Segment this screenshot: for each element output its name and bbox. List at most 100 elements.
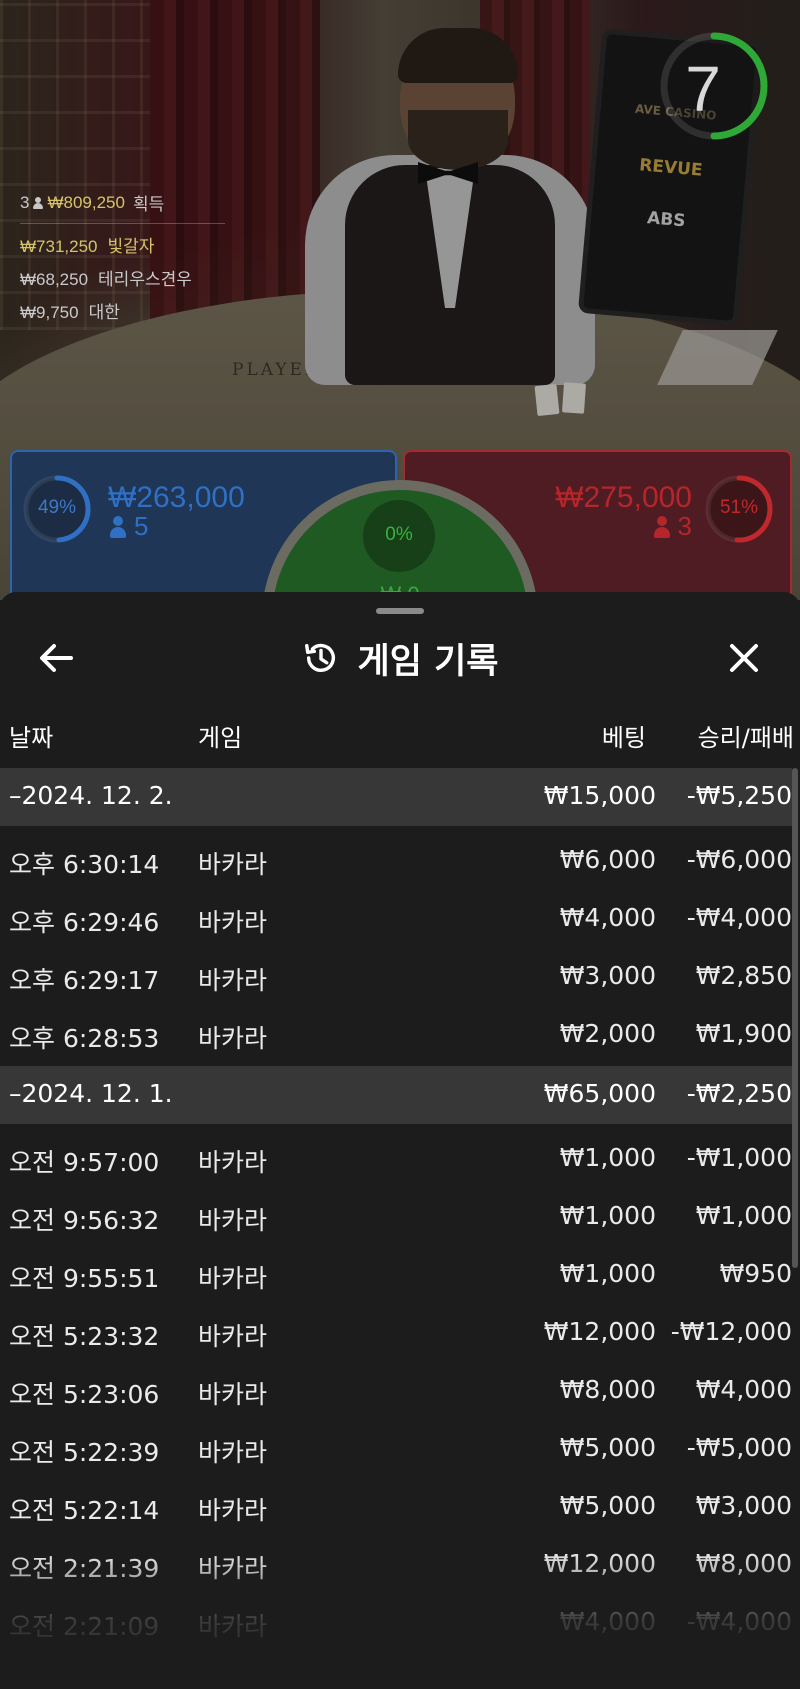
game-bet: ₩5,000 [559,1433,656,1462]
game-bet: ₩2,000 [559,1019,656,1048]
day-date: –2024. 12. 1. [9,1079,173,1108]
game-name: 바카라 [198,1206,268,1235]
win-feed-row: ₩731,250 빛갈자 [20,232,225,257]
history-table-body: –2024. 12. 2. ₩15,000 -₩5,250 오후 6:30:14… [0,768,792,1650]
game-name: 바카라 [198,1496,268,1525]
day-bet-total: ₩65,000 [543,1079,656,1108]
win-feed-row: ₩68,250 테리우스견우 [20,265,225,290]
game-name: 바카라 [198,966,268,995]
day-result-total: -₩2,250 [686,1079,792,1108]
game-row[interactable]: 오후 6:29:17 바카라 ₩3,000 ₩2,850 [0,946,792,1004]
day-result-total: -₩5,250 [686,781,792,810]
game-name: 바카라 [198,1554,268,1583]
game-time: 오전 5:22:14 [9,1496,160,1525]
game-row[interactable]: 오전 9:57:00 바카라 ₩1,000 -₩1,000 [0,1128,792,1186]
game-time: 오전 9:57:00 [9,1148,160,1177]
game-bet: ₩6,000 [559,845,656,874]
game-name: 바카라 [198,1024,268,1053]
winner-name: 테리우스견우 [98,270,192,289]
game-result: -₩4,000 [686,903,792,932]
scrollbar[interactable] [792,768,798,1268]
game-row[interactable]: 오후 6:28:53 바카라 ₩2,000 ₩1,900 [0,1004,792,1062]
history-table-header: 날짜 게임 베팅 승리/패배 [0,718,800,752]
close-button[interactable] [716,630,772,686]
person-icon [653,515,670,538]
winner-count: 3 [20,192,30,212]
game-row[interactable]: 오전 5:22:39 바카라 ₩5,000 -₩5,000 [0,1418,792,1476]
game-bet: ₩12,000 [543,1549,656,1578]
game-row[interactable]: 오전 9:56:32 바카라 ₩1,000 ₩1,000 [0,1186,792,1244]
game-result: ₩4,000 [695,1375,792,1404]
game-time: 오전 2:21:09 [9,1612,160,1641]
game-result: ₩2,850 [695,961,792,990]
person-icon [33,196,44,209]
banker-count-value: 3 [677,511,692,541]
game-row[interactable]: 오전 9:55:51 바카라 ₩1,000 ₩950 [0,1244,792,1302]
close-icon [730,644,758,672]
game-bet: ₩1,000 [559,1143,656,1172]
game-name: 바카라 [198,1148,268,1177]
day-date: –2024. 12. 2. [9,781,173,810]
game-bet: ₩1,000 [559,1201,656,1230]
column-header-date: 날짜 [9,724,54,752]
player-bet-amount: ₩263,000 [108,481,245,514]
game-name: 바카라 [198,1438,268,1467]
game-result: -₩5,000 [686,1433,792,1462]
sheet-drag-handle[interactable] [376,608,424,614]
back-button[interactable] [28,630,84,686]
game-result: ₩950 [719,1259,792,1288]
game-bet: ₩5,000 [559,1491,656,1520]
sheet-header: 게임 기록 [0,630,800,686]
game-time: 오전 5:23:06 [9,1380,160,1409]
game-row[interactable]: 오전 5:22:14 바카라 ₩5,000 ₩3,000 [0,1476,792,1534]
game-bet: ₩4,000 [559,903,656,932]
game-time: 오후 6:30:14 [9,850,160,879]
win-label: 획득 [132,195,165,214]
game-bet: ₩3,000 [559,961,656,990]
history-icon [304,643,335,672]
game-time: 오전 5:22:39 [9,1438,160,1467]
game-time: 오전 5:23:32 [9,1322,160,1351]
game-name: 바카라 [198,850,268,879]
game-time: 오후 6:29:17 [9,966,160,995]
winner-name: 빛갈자 [107,237,155,256]
game-bet: ₩8,000 [559,1375,656,1404]
game-row[interactable]: 오전 5:23:32 바카라 ₩12,000 -₩12,000 [0,1302,792,1360]
game-result: -₩1,000 [686,1143,792,1172]
game-result: ₩1,000 [695,1201,792,1230]
winner-name: 대한 [88,303,120,322]
game-time: 오후 6:29:46 [9,908,160,937]
game-time: 오전 9:55:51 [9,1264,160,1293]
game-result: -₩6,000 [686,845,792,874]
game-name: 바카라 [198,1322,268,1351]
banker-bettor-count: 3 [600,511,692,542]
banker-percent: 51% [719,497,759,518]
day-bet-total: ₩15,000 [543,781,656,810]
day-summary-row[interactable]: –2024. 12. 1. ₩65,000 -₩2,250 [0,1066,792,1124]
player-count-value: 5 [134,511,149,541]
game-row[interactable]: 오전 2:21:39 바카라 ₩12,000 ₩8,000 [0,1534,792,1592]
game-bet: ₩1,000 [559,1259,656,1288]
game-bet: ₩4,000 [559,1607,656,1636]
column-header-bet: 베팅 [601,724,646,752]
player-percent: 49% [37,497,77,518]
person-icon [110,515,126,538]
game-name: 바카라 [198,1380,268,1409]
player-bettor-count: 5 [110,511,148,542]
game-row[interactable]: 오전 2:21:09 바카라 ₩4,000 -₩4,000 [0,1592,792,1650]
game-row[interactable]: 오후 6:29:46 바카라 ₩4,000 -₩4,000 [0,888,792,946]
day-summary-row[interactable]: –2024. 12. 2. ₩15,000 -₩5,250 [0,768,792,826]
game-history-sheet: 게임 기록 날짜 게임 베팅 승리/패배 –2024. 12. 2. ₩15,0… [0,592,800,1689]
game-row[interactable]: 오전 5:23:06 바카라 ₩8,000 ₩4,000 [0,1360,792,1418]
banker-bet-amount: ₩275,000 [555,481,692,514]
countdown-number: 7 [685,53,721,125]
win-total: ₩809,250 [47,192,125,212]
game-result: -₩4,000 [686,1607,792,1636]
game-row[interactable]: 오후 6:30:14 바카라 ₩6,000 -₩6,000 [0,830,792,888]
game-result: ₩8,000 [695,1549,792,1578]
game-time: 오후 6:28:53 [9,1024,160,1053]
game-name: 바카라 [198,908,268,937]
game-result: ₩1,900 [695,1019,792,1048]
win-feed-row: ₩9,750 대한 [20,298,225,323]
win-amount: ₩731,250 [20,237,98,256]
